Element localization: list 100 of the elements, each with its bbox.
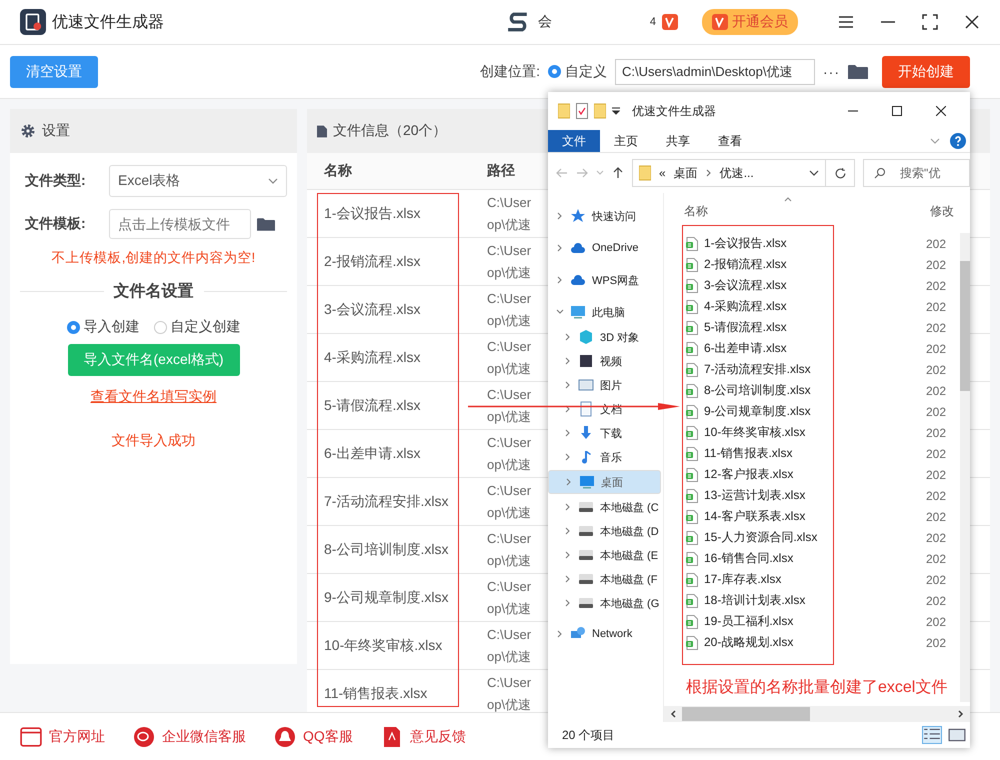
nav-item[interactable]: 本地磁盘 (D bbox=[548, 520, 661, 542]
table-cell-text: 4-采购流程.xlsx bbox=[323, 348, 422, 366]
nav-label: 本地磁盘 (F bbox=[600, 572, 658, 586]
file-name: 16-销售合同.xlsx bbox=[704, 550, 794, 567]
template-field[interactable]: 点击上传模板文件 bbox=[109, 209, 251, 239]
mode-radio[interactable]: 导入创建 bbox=[66, 318, 140, 336]
location-label: 创建位置: bbox=[480, 62, 540, 80]
ribbon-tab[interactable]: 主页 bbox=[600, 130, 652, 152]
nav-label: 音乐 bbox=[600, 450, 622, 464]
date-cell: 202 bbox=[926, 362, 946, 376]
nav-item[interactable]: 图片 bbox=[548, 374, 661, 396]
more-button[interactable]: ··· bbox=[823, 64, 840, 80]
path-field[interactable]: C:\Users\admin\Desktop\优速 bbox=[615, 58, 815, 84]
table-cell-text: 9-公司规章制度.xlsx bbox=[323, 588, 450, 606]
nav-item[interactable]: Network bbox=[548, 622, 661, 646]
file-type-select[interactable]: Excel表格 bbox=[109, 165, 287, 197]
file-info-title: 文件信息（20个） bbox=[333, 122, 447, 140]
date-cell: 202 bbox=[926, 320, 946, 334]
file-item[interactable]: 17-库存表.xlsx bbox=[686, 571, 782, 588]
date-cell: 202 bbox=[926, 446, 946, 460]
nav-label: 下载 bbox=[600, 426, 622, 440]
nav-item[interactable]: 本地磁盘 (C bbox=[548, 496, 661, 518]
date-cell: 202 bbox=[926, 552, 946, 566]
ribbon-tab[interactable]: 文件 bbox=[548, 130, 600, 152]
nav-label: 3D 对象 bbox=[600, 330, 640, 344]
table-cell-text: C:\User op\优速 bbox=[487, 242, 532, 282]
file-item[interactable]: 2-报销流程.xlsx bbox=[686, 256, 787, 273]
table-cell-text: 3-会议流程.xlsx bbox=[323, 300, 422, 318]
file-name: 1-会议报告.xlsx bbox=[704, 235, 787, 252]
nav-item[interactable]: 本地磁盘 (F bbox=[548, 568, 661, 590]
nav-label: Network bbox=[592, 628, 632, 640]
ribbon-tab[interactable]: 查看 bbox=[704, 130, 756, 152]
file-name: 10-年终奖审核.xlsx bbox=[704, 424, 806, 441]
nav-item[interactable]: 此电脑 bbox=[548, 300, 661, 324]
file-item[interactable]: 10-年终奖审核.xlsx bbox=[686, 424, 806, 441]
nav-label: 本地磁盘 (D bbox=[600, 524, 659, 538]
date-cell: 202 bbox=[926, 488, 946, 502]
nav-label: 此电脑 bbox=[592, 306, 625, 320]
address-bar[interactable]: « 桌面 优速... bbox=[632, 159, 826, 187]
nav-item[interactable]: 本地磁盘 (E bbox=[548, 544, 661, 566]
promo-number: 4 bbox=[650, 16, 656, 28]
nav-item[interactable]: WPS网盘 bbox=[548, 268, 661, 292]
nav-item[interactable]: 下载 bbox=[548, 422, 661, 444]
import-status: 文件导入成功 bbox=[110, 432, 196, 450]
table-cell-text: 5-请假流程.xlsx bbox=[323, 396, 422, 414]
file-name: 3-会议流程.xlsx bbox=[704, 277, 787, 294]
search-field[interactable]: 搜索"优 bbox=[863, 159, 970, 187]
nav-item[interactable]: 本地磁盘 (G bbox=[548, 592, 661, 614]
file-name: 13-运营计划表.xlsx bbox=[704, 487, 806, 504]
nav-label: 本地磁盘 (E bbox=[600, 548, 658, 562]
custom-location-radio[interactable]: 自定义 bbox=[548, 62, 607, 80]
ribbon-tab[interactable]: 共享 bbox=[652, 130, 704, 152]
table-cell-text: C:\User op\优速 bbox=[487, 434, 532, 474]
warning-text: 不上传模板,创建的文件内容为空! bbox=[50, 249, 256, 267]
file-item[interactable]: 11-销售报表.xlsx bbox=[686, 445, 792, 462]
nav-item[interactable]: 快速访问 bbox=[548, 204, 661, 228]
example-link[interactable]: 查看文件名填写实例 bbox=[90, 388, 216, 406]
file-item[interactable]: 3-会议流程.xlsx bbox=[686, 277, 787, 294]
column-header[interactable]: 名称 bbox=[684, 203, 708, 220]
date-cell: 202 bbox=[926, 258, 946, 272]
footer-link[interactable]: 企业微信客服 bbox=[162, 728, 246, 746]
settings-title: 设置 bbox=[42, 122, 70, 140]
footer-link[interactable]: 官方网址 bbox=[49, 728, 105, 746]
date-cell: 202 bbox=[926, 300, 946, 314]
app-title: 优速文件生成器 bbox=[52, 12, 164, 32]
nav-label: 桌面 bbox=[601, 476, 623, 490]
date-cell: 202 bbox=[926, 236, 946, 250]
file-name: 4-采购流程.xlsx bbox=[704, 298, 787, 315]
date-cell: 202 bbox=[926, 636, 946, 650]
nav-item[interactable]: 桌面 bbox=[548, 470, 661, 494]
nav-item[interactable]: 音乐 bbox=[548, 446, 661, 468]
date-cell: 202 bbox=[926, 342, 946, 356]
footer-link[interactable]: QQ客服 bbox=[303, 728, 353, 746]
file-item[interactable]: 4-采购流程.xlsx bbox=[686, 298, 787, 315]
section-title: 文件名设置 bbox=[114, 281, 194, 302]
file-item[interactable]: 6-出差申请.xlsx bbox=[686, 340, 787, 357]
file-item[interactable]: 13-运营计划表.xlsx bbox=[686, 487, 806, 504]
mode-radio[interactable]: 自定义创建 bbox=[154, 318, 240, 336]
start-create-button[interactable]: 开始创建 bbox=[882, 56, 970, 88]
table-cell-text: 8-公司培训制度.xlsx bbox=[323, 540, 450, 558]
file-item[interactable]: 16-销售合同.xlsx bbox=[686, 550, 794, 567]
file-name: 6-出差申请.xlsx bbox=[704, 340, 787, 357]
date-cell: 202 bbox=[926, 278, 946, 292]
table-cell-text: C:\User op\优速 bbox=[487, 578, 532, 618]
file-item[interactable]: 20-战略规划.xlsx bbox=[686, 634, 794, 651]
file-item[interactable]: 14-客户联系表.xlsx bbox=[686, 508, 806, 525]
file-name: 17-库存表.xlsx bbox=[704, 571, 782, 588]
table-cell-text: 2-报销流程.xlsx bbox=[323, 252, 422, 270]
nav-item[interactable]: 视频 bbox=[548, 350, 661, 372]
file-item[interactable]: 1-会议报告.xlsx bbox=[686, 235, 787, 252]
footer-link[interactable]: 意见反馈 bbox=[410, 728, 466, 746]
column-header[interactable]: 修改 bbox=[930, 203, 954, 220]
date-cell: 202 bbox=[926, 530, 946, 544]
nav-item[interactable]: 3D 对象 bbox=[548, 326, 661, 348]
file-item[interactable]: 18-培训计划表.xlsx bbox=[686, 592, 806, 609]
nav-item[interactable]: OneDrive bbox=[548, 236, 661, 260]
file-item[interactable]: 12-客户报表.xlsx bbox=[686, 466, 794, 483]
file-item[interactable]: 19-员工福利.xlsx bbox=[686, 613, 794, 630]
template-label: 文件模板: bbox=[25, 215, 87, 233]
file-item[interactable]: 5-请假流程.xlsx bbox=[686, 319, 787, 336]
